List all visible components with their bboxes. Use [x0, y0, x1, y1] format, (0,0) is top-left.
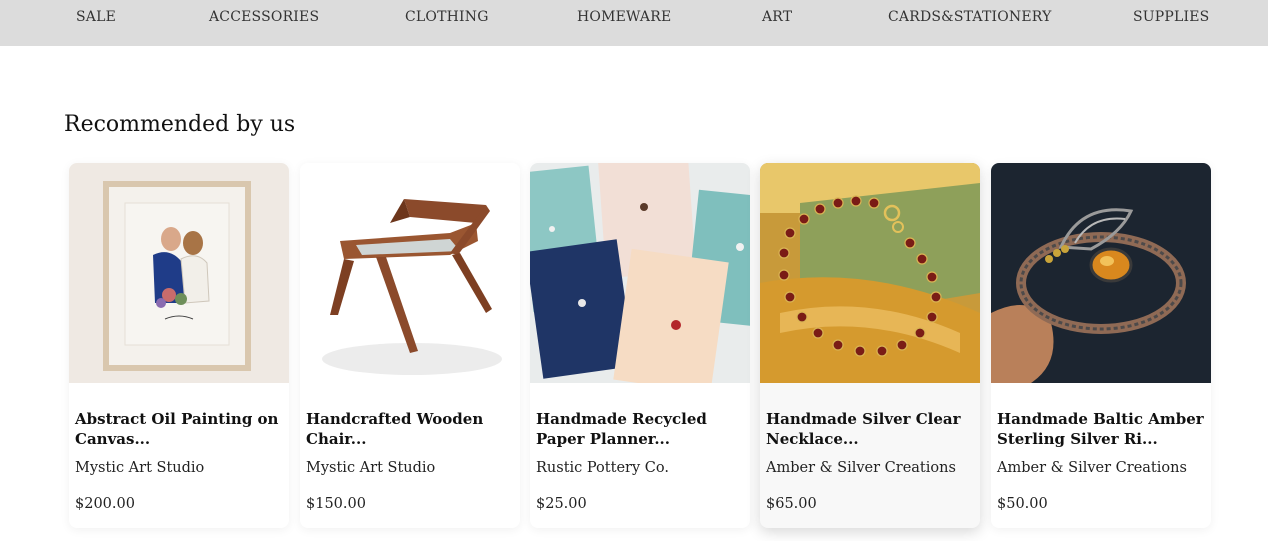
product-card[interactable]: Handmade Silver Clear Necklace... Amber …	[760, 163, 980, 528]
product-price: $150.00	[306, 496, 366, 512]
product-price: $65.00	[766, 496, 817, 512]
product-card[interactable]: Handcrafted Wooden Chair... Mystic Art S…	[300, 163, 520, 528]
category-nav: SALE ACCESSORIES CLOTHING HOMEWARE ART C…	[0, 0, 1268, 46]
product-image[interactable]	[69, 163, 289, 383]
nav-item-clothing[interactable]: CLOTHING	[405, 9, 489, 25]
product-seller: Amber & Silver Creations	[997, 460, 1187, 476]
product-card[interactable]: Abstract Oil Painting on Canvas... Mysti…	[69, 163, 289, 528]
product-seller: Mystic Art Studio	[75, 460, 205, 476]
product-seller: Mystic Art Studio	[306, 460, 436, 476]
framed-wedding-portrait-image	[69, 163, 289, 383]
nav-item-supplies[interactable]: SUPPLIES	[1133, 9, 1209, 25]
section-title: Recommended by us	[64, 112, 296, 137]
nav-item-homeware[interactable]: HOMEWARE	[577, 9, 671, 25]
garnet-bracelet-image	[760, 163, 980, 383]
product-seller: Amber & Silver Creations	[766, 460, 956, 476]
nav-item-cards-stationery[interactable]: CARDS&STATIONERY	[888, 9, 1052, 25]
product-image[interactable]	[760, 163, 980, 383]
product-image[interactable]	[991, 163, 1211, 383]
product-price: $25.00	[536, 496, 587, 512]
wooden-chair-image	[300, 163, 520, 383]
product-image[interactable]	[300, 163, 520, 383]
nav-item-sale[interactable]: SALE	[76, 9, 116, 25]
product-seller: Rustic Pottery Co.	[536, 460, 669, 476]
product-title[interactable]: Handmade Silver Clear Necklace...	[766, 409, 976, 449]
product-card[interactable]: Handmade Recycled Paper Planner... Rusti…	[530, 163, 750, 528]
product-image[interactable]	[530, 163, 750, 383]
product-price: $50.00	[997, 496, 1048, 512]
product-price: $200.00	[75, 496, 135, 512]
product-card[interactable]: Handmade Baltic Amber Sterling Silver Ri…	[991, 163, 1211, 528]
product-title[interactable]: Abstract Oil Painting on Canvas...	[75, 409, 285, 449]
nav-item-accessories[interactable]: ACCESSORIES	[209, 9, 319, 25]
product-title[interactable]: Handcrafted Wooden Chair...	[306, 409, 516, 449]
product-title[interactable]: Handmade Recycled Paper Planner...	[536, 409, 746, 449]
nav-item-art[interactable]: ART	[762, 9, 792, 25]
amber-bracelet-image	[991, 163, 1211, 383]
product-title[interactable]: Handmade Baltic Amber Sterling Silver Ri…	[997, 409, 1207, 449]
paper-planners-image	[530, 163, 750, 383]
